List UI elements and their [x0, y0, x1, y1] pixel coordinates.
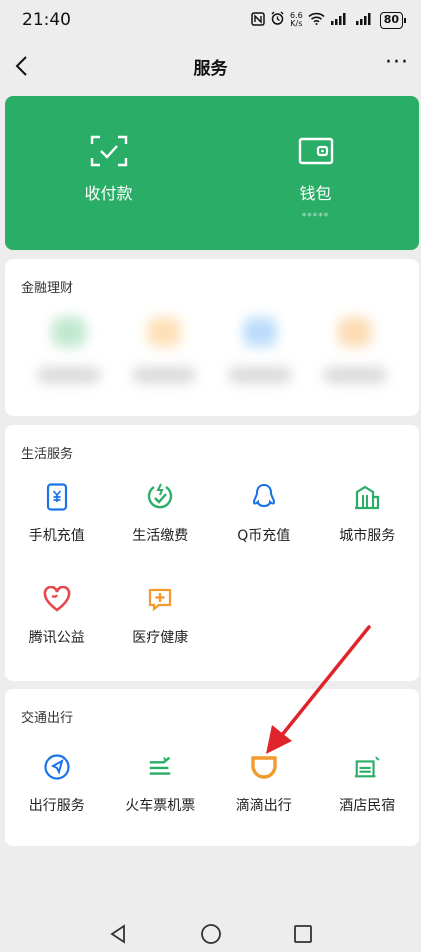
- receive-pay-label: 收付款: [84, 184, 133, 203]
- hotel-icon: [353, 753, 381, 781]
- triangle-back-icon: [110, 924, 125, 944]
- train-flight-ticket-button[interactable]: 火车票机票: [109, 753, 213, 815]
- wallet-card: 收付款 钱包 *****: [5, 96, 419, 250]
- blurred-label: [133, 367, 196, 383]
- wifi-icon: [308, 12, 325, 28]
- back-button[interactable]: [8, 50, 36, 82]
- didi-button[interactable]: 滴滴出行: [212, 753, 316, 815]
- finance-item[interactable]: [220, 305, 300, 400]
- travel-section: 交通出行 出行服务 火车票机票 滴滴出行 酒店民宿: [5, 689, 419, 846]
- blurred-icon: [51, 317, 86, 347]
- signal-icon: [330, 12, 350, 28]
- net-speed-unit: K/s: [290, 19, 303, 28]
- travel-row: 出行服务 火车票机票 滴滴出行 酒店民宿: [5, 753, 419, 815]
- square-recents-icon: [294, 925, 312, 943]
- system-back-button[interactable]: [106, 921, 132, 947]
- status-time: 21:40: [22, 10, 71, 30]
- qq-coin-button[interactable]: Q币充值: [212, 483, 316, 545]
- blurred-icon: [147, 317, 182, 347]
- more-options-button[interactable]: ···: [385, 52, 409, 74]
- page-title: 服务: [193, 58, 228, 79]
- nav-bar: 服务 ···: [0, 44, 421, 88]
- blurred-label: [37, 367, 100, 383]
- system-home-button[interactable]: [198, 921, 224, 947]
- receive-pay-button[interactable]: 收付款: [5, 96, 212, 250]
- navigation-icon: [43, 753, 71, 781]
- scan-pay-icon: [90, 135, 127, 167]
- life-services-section: 生活服务 手机充值 生活缴费 Q币充值 城市服务 腾讯公益 医疗健康: [5, 425, 419, 681]
- finance-section: 金融理财: [5, 259, 419, 416]
- train-ticket-icon: [146, 753, 174, 781]
- alarm-icon: [270, 11, 285, 29]
- medical-health-button[interactable]: 医疗健康: [109, 585, 213, 647]
- life-services-row-1: 手机充值 生活缴费 Q币充值 城市服务: [5, 483, 419, 545]
- mobility-service-label: 出行服务: [28, 798, 85, 814]
- life-services-row-2: 腾讯公益 医疗健康: [5, 585, 419, 647]
- city-service-label: 城市服务: [339, 528, 396, 544]
- finance-section-title: 金融理财: [21, 281, 74, 296]
- qq-coin-label: Q币充值: [237, 528, 291, 544]
- phone-recharge-button[interactable]: 手机充值: [5, 483, 109, 545]
- didi-label: 滴滴出行: [235, 798, 292, 814]
- utility-payment-button[interactable]: 生活缴费: [109, 483, 213, 545]
- blurred-icon: [338, 317, 373, 347]
- finance-blurred-items: [21, 305, 403, 400]
- medical-icon: [146, 585, 174, 613]
- net-speed: 6.6 K/s: [290, 12, 303, 28]
- signal-icon-2: [355, 12, 375, 28]
- system-nav-bar: [0, 915, 421, 952]
- blurred-icon: [242, 317, 277, 347]
- tencent-charity-label: 腾讯公益: [28, 630, 85, 646]
- travel-section-title: 交通出行: [21, 711, 74, 726]
- tencent-charity-button[interactable]: 腾讯公益: [5, 585, 109, 647]
- finance-item[interactable]: [315, 305, 395, 400]
- hotel-button[interactable]: 酒店民宿: [316, 753, 420, 815]
- phone-recharge-icon: [43, 483, 71, 511]
- circle-home-icon: [201, 924, 221, 944]
- wallet-button[interactable]: 钱包 *****: [212, 96, 419, 250]
- wallet-label: 钱包: [299, 184, 332, 203]
- nfc-icon: [251, 11, 265, 29]
- blurred-label: [228, 367, 291, 383]
- city-service-icon: [353, 483, 381, 511]
- city-service-button[interactable]: 城市服务: [316, 483, 420, 545]
- medical-health-label: 医疗健康: [132, 630, 189, 646]
- finance-item[interactable]: [29, 305, 109, 400]
- phone-recharge-label: 手机充值: [28, 528, 85, 544]
- train-flight-ticket-label: 火车票机票: [125, 798, 196, 814]
- didi-icon: [250, 753, 278, 781]
- life-services-title: 生活服务: [21, 447, 74, 462]
- finance-item[interactable]: [124, 305, 204, 400]
- status-bar: 21:40 6.6 K/s 80: [0, 0, 421, 40]
- mobility-service-button[interactable]: 出行服务: [5, 753, 109, 815]
- system-recents-button[interactable]: [290, 921, 316, 947]
- chevron-left-icon: [15, 56, 27, 76]
- wallet-balance-masked: *****: [301, 212, 330, 222]
- wallet-icon: [298, 137, 333, 165]
- utility-payment-icon: [146, 483, 174, 511]
- status-icons: 6.6 K/s 80: [251, 11, 407, 29]
- utility-payment-label: 生活缴费: [132, 528, 189, 544]
- hotel-label: 酒店民宿: [339, 798, 396, 814]
- charity-heart-icon: [43, 585, 71, 613]
- qq-coin-icon: [250, 483, 278, 511]
- blurred-label: [324, 367, 387, 383]
- battery-indicator: 80: [379, 11, 407, 29]
